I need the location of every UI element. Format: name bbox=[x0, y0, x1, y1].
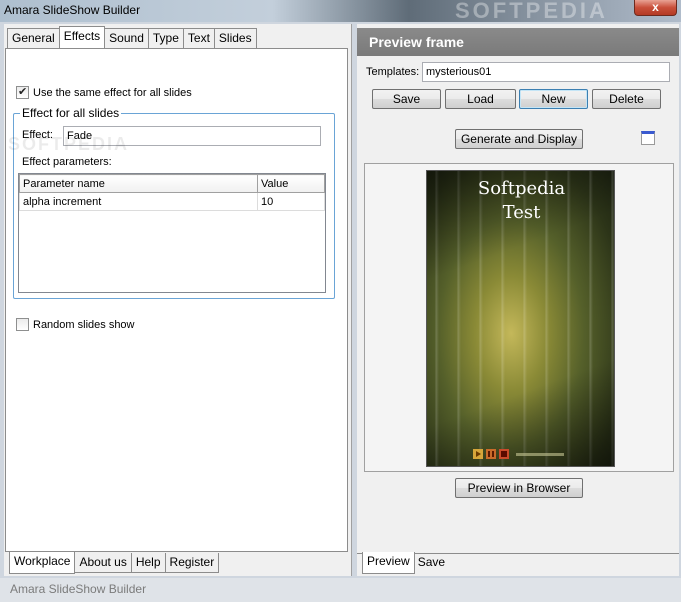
slide-caption-line2: Test bbox=[502, 202, 541, 223]
param-name-cell[interactable]: alpha increment bbox=[19, 192, 258, 211]
column-header-param[interactable]: Parameter name bbox=[19, 174, 258, 193]
tab-slides[interactable]: Slides bbox=[213, 28, 257, 48]
templates-label: Templates: bbox=[366, 66, 420, 78]
tab-help[interactable]: Help bbox=[130, 553, 166, 573]
progress-track[interactable] bbox=[516, 452, 564, 456]
table-row[interactable]: alpha increment 10 bbox=[19, 192, 325, 211]
same-effect-row[interactable]: Use the same effect for all slides bbox=[16, 85, 192, 99]
preview-in-browser-button[interactable]: Preview in Browser bbox=[455, 478, 583, 498]
effect-params-label: Effect parameters: bbox=[22, 156, 112, 168]
slide-preview-image: Softpedia Test bbox=[426, 170, 615, 467]
tab-register[interactable]: Register bbox=[164, 553, 220, 573]
window-toggle-icon[interactable] bbox=[641, 131, 655, 145]
effect-group-label: Effect for all slides bbox=[20, 106, 122, 120]
tab-sound[interactable]: Sound bbox=[104, 28, 149, 48]
left-panel: General Effects Sound Type Text Slides U… bbox=[4, 24, 352, 576]
title-bar: Amara SlideShow Builder SOFTPEDIA x bbox=[0, 0, 681, 23]
params-header-row: Parameter name Value bbox=[19, 174, 325, 193]
templates-field[interactable]: mysterious01 bbox=[422, 62, 670, 82]
random-slides-row[interactable]: Random slides show bbox=[16, 318, 135, 331]
tab-workplace[interactable]: Workplace bbox=[9, 552, 76, 574]
load-button[interactable]: Load bbox=[445, 89, 516, 109]
delete-button[interactable]: Delete bbox=[592, 89, 661, 109]
tab-preview[interactable]: Preview bbox=[362, 552, 415, 574]
preview-area: Softpedia Test bbox=[364, 163, 674, 472]
column-header-value[interactable]: Value bbox=[257, 174, 325, 193]
tab-about-us[interactable]: About us bbox=[74, 553, 132, 573]
effects-tab-page: Use the same effect for all slides Effec… bbox=[5, 48, 348, 552]
slide-player-controls bbox=[473, 449, 564, 459]
pause-icon[interactable] bbox=[486, 449, 496, 459]
play-icon[interactable] bbox=[473, 449, 483, 459]
params-watermark: SOFTPEDIA bbox=[8, 134, 130, 154]
tab-effects[interactable]: Effects bbox=[58, 26, 106, 48]
tab-general[interactable]: General bbox=[7, 28, 60, 48]
status-bar: Amara SlideShow Builder bbox=[0, 578, 681, 602]
tab-text[interactable]: Text bbox=[182, 28, 215, 48]
preview-frame-header: Preview frame bbox=[357, 28, 679, 56]
tab-save[interactable]: Save bbox=[414, 553, 449, 573]
right-bottom-tabs: Preview Save bbox=[362, 552, 449, 574]
effect-group-box: Effect for all slides Effect: Fade Effec… bbox=[8, 106, 335, 299]
tab-type[interactable]: Type bbox=[147, 28, 184, 48]
window-title: Amara SlideShow Builder bbox=[4, 3, 141, 17]
random-slides-label: Random slides show bbox=[33, 318, 135, 331]
left-bottom-tabs: Workplace About us Help Register bbox=[9, 552, 220, 574]
param-value-cell[interactable]: 10 bbox=[257, 192, 325, 211]
params-table[interactable]: Parameter name Value alpha increment 10 bbox=[18, 173, 326, 293]
slide-caption: Softpedia Test bbox=[427, 177, 614, 225]
slide-caption-line1: Softpedia bbox=[477, 178, 566, 199]
same-effect-label: Use the same effect for all slides bbox=[33, 86, 192, 99]
random-slides-checkbox[interactable] bbox=[16, 318, 29, 331]
softpedia-watermark: SOFTPEDIA bbox=[455, 0, 608, 23]
same-effect-checkbox[interactable] bbox=[16, 85, 29, 99]
right-panel: Preview frame Templates: mysterious01 Sa… bbox=[357, 24, 679, 576]
left-tab-strip: General Effects Sound Type Text Slides bbox=[7, 26, 257, 48]
close-button[interactable]: x bbox=[634, 0, 677, 16]
new-button[interactable]: New bbox=[519, 89, 588, 109]
generate-display-button[interactable]: Generate and Display bbox=[455, 129, 583, 149]
stop-icon[interactable] bbox=[499, 449, 509, 459]
save-button[interactable]: Save bbox=[372, 89, 441, 109]
